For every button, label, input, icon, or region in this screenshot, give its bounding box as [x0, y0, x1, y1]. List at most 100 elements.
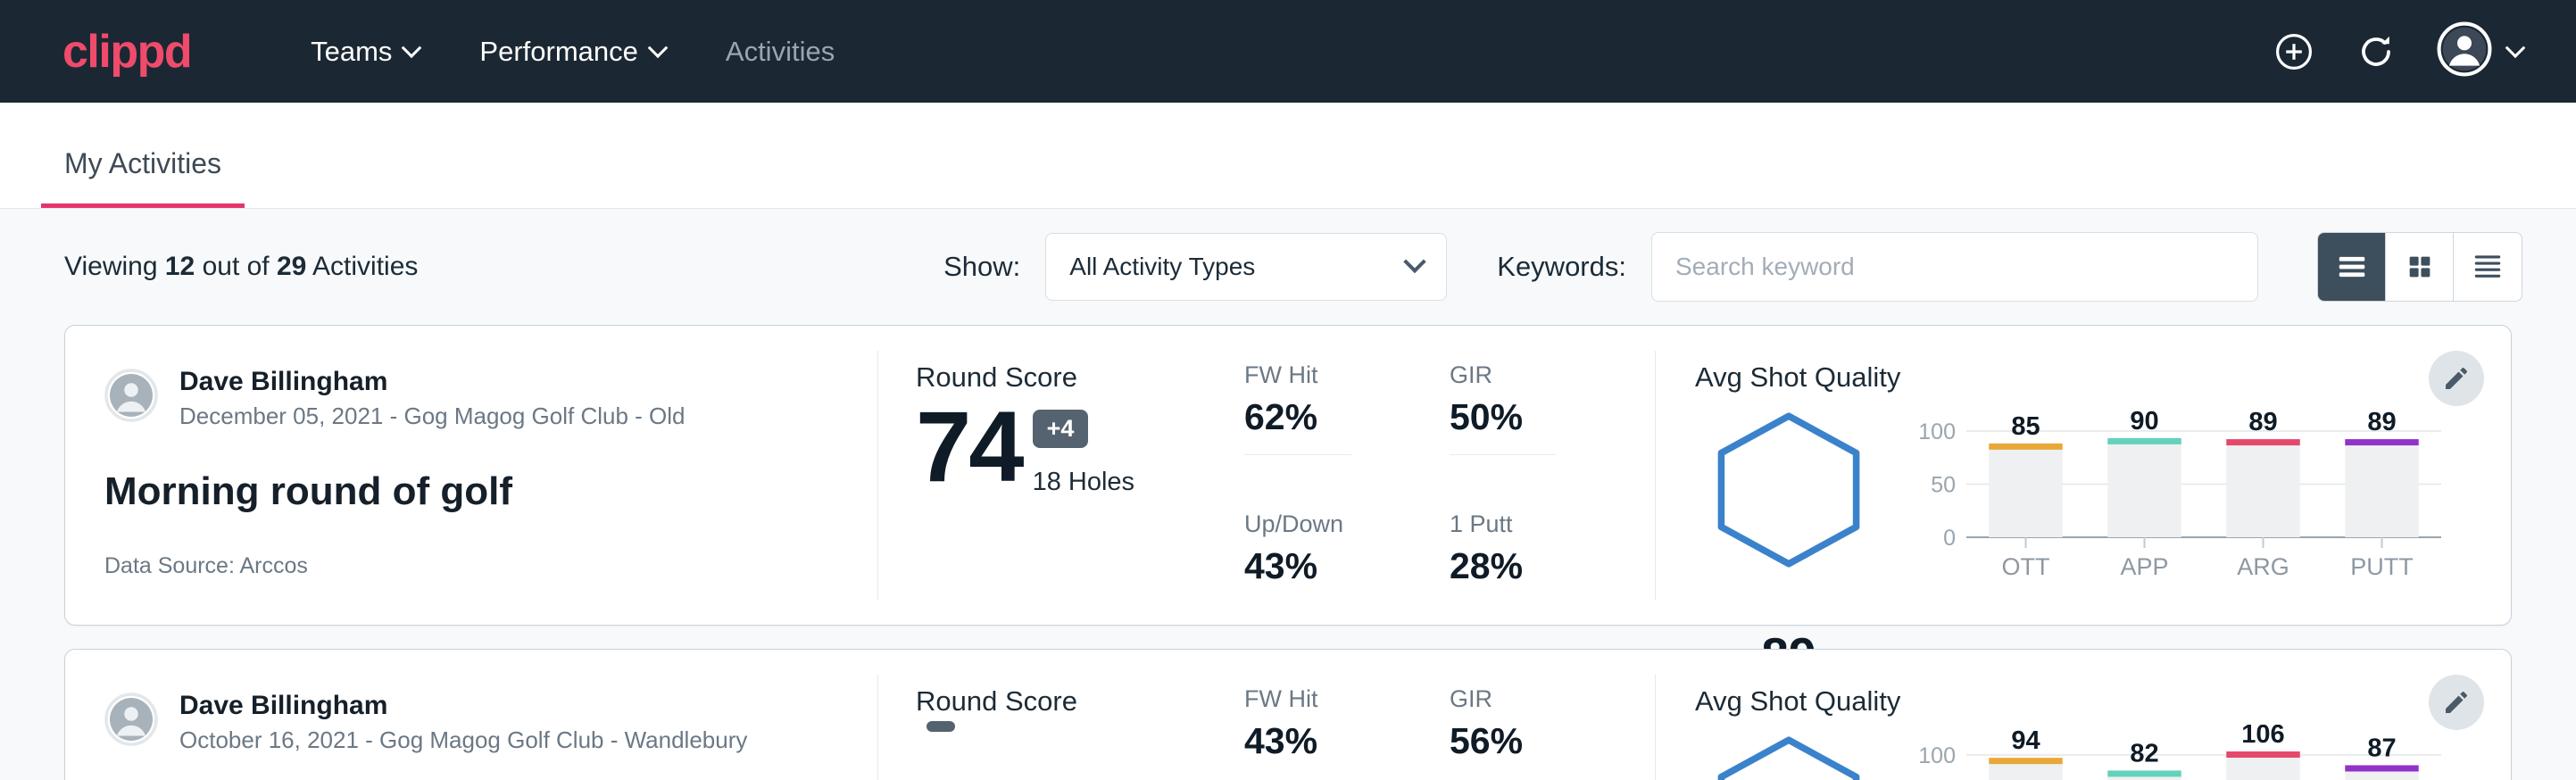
activity-stats-grid: FW Hit 62% GIR 50% Up/Down 43% 1 Putt 28…: [1235, 326, 1655, 625]
stat-value: 62%: [1244, 396, 1450, 438]
activity-card[interactable]: Dave Billingham October 16, 2021 - Gog M…: [64, 649, 2512, 780]
svg-text:PUTT: PUTT: [2350, 553, 2414, 580]
round-score-label: Round Score: [916, 361, 1235, 394]
stat-value: 50%: [1450, 396, 1655, 438]
search-input[interactable]: [1651, 232, 2258, 302]
viewing-mid: out of: [195, 252, 277, 281]
view-mode-toggle: [2317, 232, 2522, 302]
data-source-label: Data Source: Arccos: [104, 553, 833, 579]
activity-type-select[interactable]: All Activity Types: [1045, 233, 1447, 301]
edit-activity-button[interactable]: [2429, 351, 2484, 406]
nav-item-label: Performance: [479, 36, 637, 68]
view-list-icon[interactable]: [2318, 233, 2386, 301]
shot-quality-hexagon: [1695, 725, 1882, 780]
activity-title: Morning round of golf: [104, 469, 833, 514]
stat-value: 43%: [1244, 720, 1450, 762]
svg-text:90: 90: [2130, 407, 2158, 436]
nav-item-teams[interactable]: Teams: [280, 36, 449, 68]
activity-date-course: October 16, 2021 - Gog Magog Golf Club -…: [179, 726, 747, 754]
nav-item-activities[interactable]: Activities: [695, 36, 865, 68]
activity-info: Dave Billingham October 16, 2021 - Gog M…: [65, 650, 877, 780]
show-label: Show:: [943, 251, 1020, 283]
activity-person: Dave Billingham October 16, 2021 - Gog M…: [104, 689, 833, 754]
viewing-count: 12: [165, 252, 195, 281]
stat-label: GIR: [1450, 361, 1655, 389]
refresh-icon[interactable]: [2355, 30, 2397, 73]
toolbar-controls: Show: All Activity Types Keywords:: [943, 232, 2522, 302]
activity-date-course: December 05, 2021 - Gog Magog Golf Club …: [179, 402, 686, 430]
stat-label: 1 Putt: [1450, 510, 1655, 538]
svg-text:106: 106: [2241, 725, 2284, 749]
viewing-total: 29: [277, 252, 306, 281]
stat-one-putt: 1 Putt 28%: [1450, 510, 1655, 625]
svg-text:100: 100: [1918, 743, 1956, 768]
chevron-down-icon: [1404, 251, 1426, 273]
nav-actions: [2273, 21, 2522, 81]
avg-shot-quality-section: Avg Shot Quality 89 05010085OTT90APP89AR…: [1656, 326, 2511, 625]
stat-label: Up/Down: [1244, 510, 1450, 538]
account-avatar-icon: [2437, 21, 2492, 81]
account-menu[interactable]: [2437, 21, 2522, 81]
svg-text:82: 82: [2130, 739, 2158, 768]
chevron-down-icon: [648, 37, 669, 58]
svg-text:50: 50: [1931, 473, 1956, 498]
avatar: [104, 693, 158, 751]
round-score-label: Round Score: [916, 685, 1235, 718]
tab-my-activities[interactable]: My Activities: [41, 147, 245, 208]
shot-quality-bar-chart: 05010094OTT82APP106ARG87PUTT: [1909, 725, 2457, 780]
viewing-summary: Viewing 12 out of 29 Activities: [64, 252, 418, 282]
main-nav-items: Teams Performance Activities: [280, 36, 865, 68]
svg-text:0: 0: [1943, 526, 1956, 551]
stat-fw-hit: FW Hit 43%: [1244, 685, 1450, 780]
page-tab-bar: My Activities: [0, 103, 2576, 209]
round-score-section: Round Score: [878, 650, 1235, 780]
activities-toolbar: Viewing 12 out of 29 Activities Show: Al…: [0, 209, 2576, 325]
activity-info: Dave Billingham December 05, 2021 - Gog …: [65, 326, 877, 625]
stat-value: 56%: [1450, 720, 1655, 762]
bar-chart-svg: 05010094OTT82APP106ARG87PUTT: [1909, 725, 2457, 780]
divider: [1450, 454, 1557, 455]
keywords-label: Keywords:: [1497, 251, 1626, 283]
viewing-suffix: Activities: [306, 252, 418, 281]
svg-text:OTT: OTT: [2002, 553, 2050, 580]
svg-text:APP: APP: [2120, 553, 2168, 580]
round-score-value: 74: [916, 397, 1022, 497]
person-name: Dave Billingham: [179, 365, 686, 399]
shot-quality-bar-chart: 05010085OTT90APP89ARG89PUTT: [1909, 401, 2457, 584]
round-score-row: 74 +4 18 Holes: [916, 397, 1235, 497]
activity-card[interactable]: Dave Billingham December 05, 2021 - Gog …: [64, 325, 2512, 626]
score-to-par-badge: [927, 721, 955, 732]
edit-activity-button[interactable]: [2429, 675, 2484, 730]
person-name: Dave Billingham: [179, 689, 747, 723]
stat-gir: GIR 56%: [1450, 685, 1655, 780]
nav-item-performance[interactable]: Performance: [449, 36, 694, 68]
nav-item-label: Teams: [311, 36, 392, 68]
holes-played: 18 Holes: [1033, 468, 1134, 497]
chevron-down-icon: [2505, 37, 2526, 58]
stat-value: 43%: [1244, 545, 1450, 587]
chevron-down-icon: [402, 37, 422, 58]
activity-type-value: All Activity Types: [1069, 253, 1255, 281]
round-score-section: Round Score 74 +4 18 Holes: [878, 326, 1235, 625]
stat-label: FW Hit: [1244, 685, 1450, 713]
view-compact-icon[interactable]: [2454, 233, 2522, 301]
activity-stats-grid: FW Hit 43% GIR 56%: [1235, 650, 1655, 780]
svg-text:87: 87: [2367, 734, 2396, 762]
avatar: [104, 369, 158, 427]
svg-text:ARG: ARG: [2237, 553, 2289, 580]
stat-gir: GIR 50%: [1450, 361, 1655, 510]
stat-up-down: Up/Down 43%: [1244, 510, 1450, 625]
svg-text:94: 94: [2011, 726, 2040, 755]
score-to-par-badge: +4: [1033, 410, 1089, 448]
stat-value: 28%: [1450, 545, 1655, 587]
app-logo[interactable]: clippd: [62, 29, 191, 75]
top-navigation-bar: clippd Teams Performance Activities: [0, 0, 2576, 103]
add-circle-icon[interactable]: [2273, 30, 2315, 73]
stat-fw-hit: FW Hit 62%: [1244, 361, 1450, 510]
stat-label: FW Hit: [1244, 361, 1450, 389]
svg-text:100: 100: [1918, 419, 1956, 444]
avg-shot-quality-section: Avg Shot Quality 05010094OTT82APP106ARG8…: [1656, 650, 2511, 780]
round-score-row: [916, 721, 1235, 751]
view-grid-icon[interactable]: [2386, 233, 2454, 301]
divider: [1244, 454, 1351, 455]
